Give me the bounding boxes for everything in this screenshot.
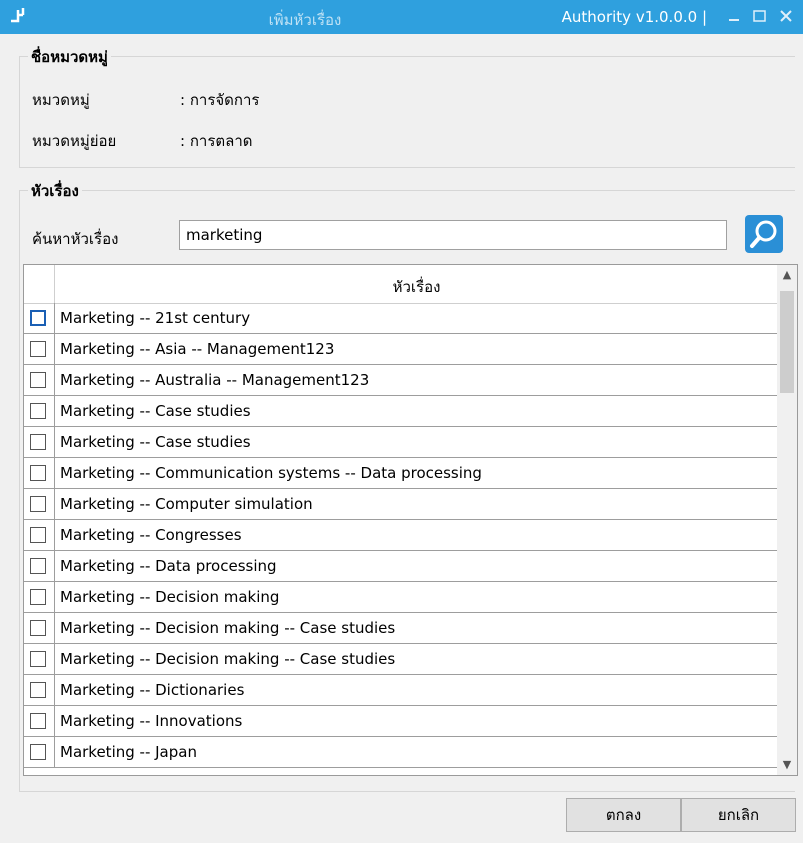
row-subject-text: Marketing -- Computer simulation	[60, 495, 313, 513]
row-subject-text: Marketing -- Dictionaries	[60, 681, 245, 699]
row-checkbox[interactable]	[30, 713, 46, 729]
grid-header: หัวเรื่อง	[24, 265, 778, 304]
subject-grid[interactable]: หัวเรื่อง Marketing -- 21st century Marke…	[23, 264, 798, 776]
grid-rows: Marketing -- 21st century Marketing -- As…	[24, 303, 778, 768]
subject-group-legend: หัวเรื่อง	[28, 179, 82, 203]
row-checkbox[interactable]	[30, 465, 46, 481]
table-row[interactable]: Marketing -- Asia -- Management123	[24, 334, 778, 365]
row-select-cell	[24, 365, 55, 395]
row-checkbox[interactable]	[30, 744, 46, 760]
table-row[interactable]: Marketing -- Computer simulation	[24, 489, 778, 520]
row-subject-text: Marketing -- Decision making -- Case stu…	[60, 619, 396, 637]
row-checkbox[interactable]	[30, 341, 46, 357]
row-subject-text: Marketing -- Decision making	[60, 588, 280, 606]
row-select-cell	[24, 644, 55, 674]
row-select-cell	[24, 551, 55, 581]
table-row[interactable]: Marketing -- Decision making -- Case stu…	[24, 613, 778, 644]
row-select-cell	[24, 303, 55, 333]
ok-button[interactable]: ตกลง	[566, 798, 681, 832]
grid-header-title: หัวเรื่อง	[392, 278, 441, 296]
title-bar: เพิ่มหัวเรื่อง Authority v1.0.0.0 |	[0, 0, 803, 34]
app-version: Authority v1.0.0.0 |	[561, 8, 707, 26]
row-subject-text: Marketing -- Case studies	[60, 402, 251, 420]
minimize-icon[interactable]	[723, 5, 745, 27]
row-subject-text: Marketing -- Decision making -- Case stu…	[60, 650, 396, 668]
row-checkbox[interactable]	[30, 434, 46, 450]
row-subject-text: Marketing -- Asia -- Management123	[60, 340, 335, 358]
row-checkbox[interactable]	[30, 589, 46, 605]
row-checkbox[interactable]	[30, 496, 46, 512]
category-value: : การจัดการ	[180, 91, 260, 109]
row-select-cell	[24, 396, 55, 426]
table-row[interactable]: Marketing -- 21st century	[24, 303, 778, 334]
row-select-cell	[24, 334, 55, 364]
row-select-cell	[24, 613, 55, 643]
category-group-legend: ชื่อหมวดหมู่	[28, 45, 111, 69]
search-icon	[750, 220, 777, 248]
vertical-scrollbar[interactable]: ▲ ▼	[777, 265, 797, 775]
row-select-cell	[24, 520, 55, 550]
search-input[interactable]	[179, 220, 727, 250]
chevron-up-icon[interactable]: ▲	[777, 265, 797, 285]
row-subject-text: Marketing -- Communication systems -- Da…	[60, 464, 482, 482]
table-row[interactable]: Marketing -- Decision making	[24, 582, 778, 613]
row-checkbox[interactable]	[30, 682, 46, 698]
header-select-cell	[24, 265, 55, 303]
row-subject-text: Marketing -- Innovations	[60, 712, 243, 730]
maximize-icon[interactable]	[749, 5, 771, 27]
table-row[interactable]: Marketing -- Communication systems -- Da…	[24, 458, 778, 489]
row-subject-text: Marketing -- Australia -- Management123	[60, 371, 370, 389]
category-label: หมวดหมู่	[32, 91, 90, 109]
row-select-cell	[24, 706, 55, 736]
row-subject-text: Marketing -- Japan	[60, 743, 197, 761]
scroll-thumb[interactable]	[780, 291, 794, 393]
table-row[interactable]: Marketing -- Data processing	[24, 551, 778, 582]
row-subject-text: Marketing -- Data processing	[60, 557, 277, 575]
chevron-down-icon[interactable]: ▼	[777, 755, 797, 775]
row-checkbox[interactable]	[30, 372, 46, 388]
table-row[interactable]: Marketing -- Innovations	[24, 706, 778, 737]
row-subject-text: Marketing -- Case studies	[60, 433, 251, 451]
window-title: เพิ่มหัวเรื่อง	[268, 11, 342, 29]
row-checkbox[interactable]	[30, 620, 46, 636]
cancel-button[interactable]: ยกเลิก	[681, 798, 796, 832]
row-checkbox[interactable]	[30, 527, 46, 543]
row-subject-text: Marketing -- Congresses	[60, 526, 242, 544]
table-row[interactable]: Marketing -- Japan	[24, 737, 778, 768]
row-checkbox[interactable]	[30, 558, 46, 574]
search-label: ค้นหาหัวเรื่อง	[32, 230, 119, 248]
table-row[interactable]: Marketing -- Australia -- Management123	[24, 365, 778, 396]
table-row[interactable]: Marketing -- Decision making -- Case stu…	[24, 644, 778, 675]
category-group: ชื่อหมวดหมู่	[19, 45, 795, 168]
row-select-cell	[24, 489, 55, 519]
row-select-cell	[24, 737, 55, 767]
row-select-cell	[24, 427, 55, 457]
row-select-cell	[24, 675, 55, 705]
table-row[interactable]: Marketing -- Case studies	[24, 396, 778, 427]
table-row[interactable]: Marketing -- Dictionaries	[24, 675, 778, 706]
table-row[interactable]: Marketing -- Congresses	[24, 520, 778, 551]
row-checkbox[interactable]	[30, 651, 46, 667]
table-row[interactable]: Marketing -- Case studies	[24, 427, 778, 458]
subcategory-label: หมวดหมู่ย่อย	[32, 132, 117, 150]
row-checkbox[interactable]	[30, 403, 46, 419]
app-icon	[11, 8, 25, 23]
row-select-cell	[24, 582, 55, 612]
row-select-cell	[24, 458, 55, 488]
row-subject-text: Marketing -- 21st century	[60, 309, 251, 327]
close-icon[interactable]	[775, 5, 797, 27]
search-button[interactable]	[745, 215, 783, 253]
row-checkbox[interactable]	[30, 310, 46, 326]
subcategory-value: : การตลาด	[180, 132, 253, 150]
